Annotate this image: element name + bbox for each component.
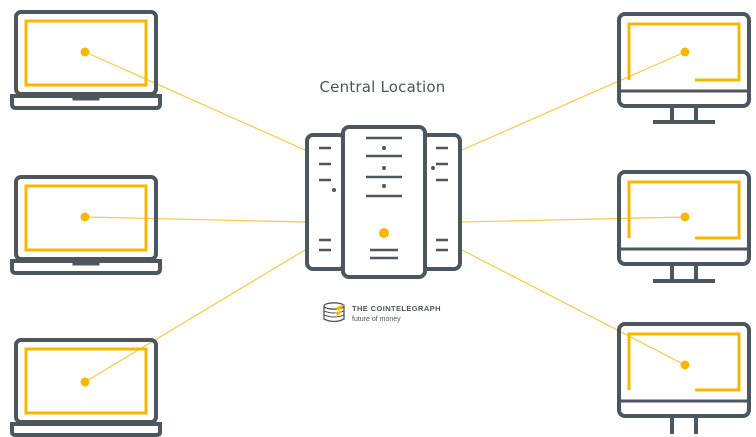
server-rack-icon — [305, 125, 462, 279]
centralized-network-diagram — [10, 10, 751, 437]
laptop-icon — [10, 338, 162, 437]
node-dot — [680, 360, 690, 370]
server-status-dot — [379, 228, 389, 238]
connection-line-right-bottom — [461, 249, 686, 366]
node-dot — [80, 377, 90, 387]
node-dot — [80, 212, 90, 222]
laptop-icon — [10, 175, 162, 275]
brand-tagline: future of money — [352, 316, 401, 323]
connection-line-left-middle — [84, 216, 306, 223]
desktop-monitor-icon — [617, 170, 751, 283]
node-dot — [680, 47, 690, 57]
brand-block: THE COINTELEGRAPH future of money — [322, 300, 462, 330]
node-dot — [680, 212, 690, 222]
desktop-monitor-icon — [617, 12, 751, 124]
brand-name: THE COINTELEGRAPH — [352, 304, 441, 313]
node-dot — [80, 47, 90, 57]
connection-line-left-bottom — [84, 249, 306, 383]
connection-line-right-top — [461, 51, 686, 151]
laptop-icon — [10, 10, 162, 110]
diagram-title: Central Location — [319, 78, 446, 96]
connection-line-right-middle — [461, 216, 686, 223]
connection-line-left-top — [84, 51, 306, 151]
